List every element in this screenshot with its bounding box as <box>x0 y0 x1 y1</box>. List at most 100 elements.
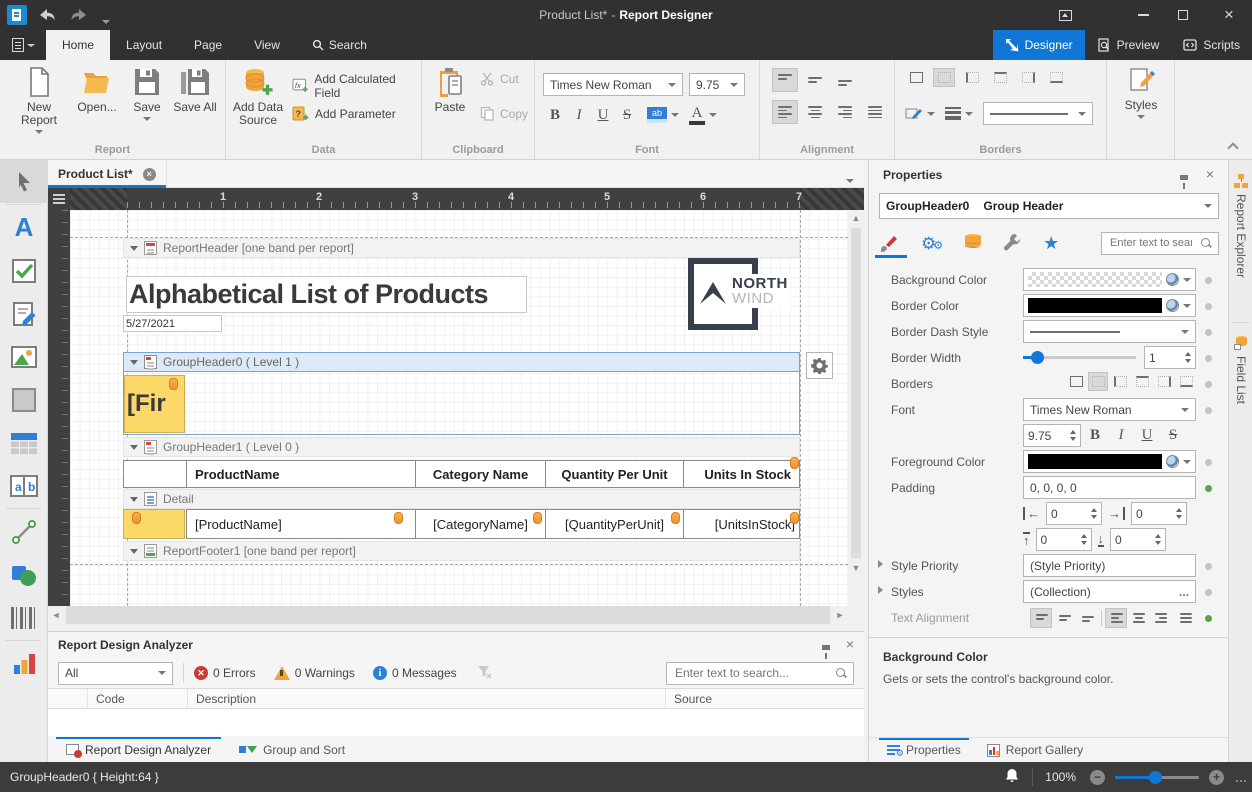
close-button[interactable]: × <box>1206 0 1252 30</box>
line-style-combo[interactable] <box>983 102 1093 125</box>
zoom-slider[interactable] <box>1115 770 1199 785</box>
control-selector-combo[interactable]: GroupHeader0 Group Header <box>879 193 1219 219</box>
collapse-ribbon-button[interactable] <box>1226 142 1240 152</box>
tab-page[interactable]: Page <box>178 30 238 60</box>
border-all-button[interactable] <box>1066 372 1086 391</box>
font-strikeout-button[interactable]: S <box>1161 425 1185 447</box>
column-code[interactable]: Code <box>88 689 188 708</box>
strikeout-button[interactable]: S <box>615 104 639 126</box>
prop-border-dash-style[interactable]: Border Dash Style <box>869 319 1229 345</box>
band-group-header1[interactable]: GroupHeader1 ( Level 0 ) <box>123 437 800 457</box>
tool-label[interactable]: A <box>0 206 48 249</box>
tab-behavior[interactable]: ⚙⚙ <box>921 235 943 252</box>
foreground-color-swatch[interactable] <box>1028 454 1162 469</box>
prop-padding-tb[interactable]: ↑ 0 ↓ 0 <box>869 527 1229 553</box>
band-report-header[interactable]: ReportHeader [one band per report] <box>123 238 800 258</box>
tab-layout-props[interactable] <box>1003 233 1021 254</box>
padding-bottom-spin[interactable]: 0 <box>1110 528 1166 551</box>
font-underline-button[interactable]: U <box>1135 425 1159 447</box>
styles-button[interactable]: Styles <box>1110 66 1172 119</box>
tool-barcode[interactable] <box>0 596 48 639</box>
border-bottom-button[interactable] <box>1176 372 1196 391</box>
scroll-left-icon[interactable]: ◄ <box>48 606 64 624</box>
pin-icon[interactable] <box>1180 169 1188 189</box>
border-right-button[interactable] <box>1017 68 1039 87</box>
collapse-band-icon[interactable] <box>130 246 138 251</box>
font-italic-button[interactable]: I <box>1109 425 1133 447</box>
column-description[interactable]: Description <box>188 689 666 708</box>
tab-close-icon[interactable]: × <box>143 168 156 181</box>
align-center-button[interactable] <box>802 100 828 124</box>
quick-access-dropdown[interactable] <box>102 13 110 27</box>
align-justify-button[interactable] <box>862 100 888 124</box>
resize-grip[interactable] <box>1236 780 1246 782</box>
table-header-cell-empty[interactable] <box>123 460 187 488</box>
font-color-button[interactable]: A <box>689 105 717 125</box>
analyzer-search-box[interactable] <box>666 662 854 685</box>
right-margin-line[interactable] <box>800 210 801 606</box>
font-name-combo[interactable]: Times New Roman <box>543 73 683 96</box>
detail-row[interactable]: [ProductName] [CategoryName] [QuantityPe… <box>123 509 800 539</box>
border-left-button[interactable] <box>1110 372 1130 391</box>
horizontal-scroll-thumb[interactable] <box>66 606 830 624</box>
side-tab-field-list[interactable]: Field List <box>1229 330 1252 440</box>
ellipsis-button[interactable]: ... <box>1179 585 1189 599</box>
tool-check-box[interactable] <box>0 249 48 292</box>
border-all-button[interactable] <box>905 68 927 87</box>
detail-cell[interactable]: [CategoryName] <box>415 509 546 539</box>
band-detail[interactable]: Detail <box>123 489 800 509</box>
report-title-label[interactable]: Alphabetical List of Products <box>126 276 527 313</box>
properties-search-box[interactable] <box>1101 232 1219 255</box>
text-align-justify-button[interactable] <box>1174 608 1196 628</box>
detail-cell[interactable]: [ProductName] <box>186 509 416 539</box>
bold-button[interactable]: B <box>543 104 567 126</box>
band-tasks-gear-button[interactable] <box>806 352 833 379</box>
detail-cell[interactable]: [QuantityPerUnit] <box>545 509 684 539</box>
filter-icon[interactable] <box>477 665 492 682</box>
zoom-in-button[interactable]: + <box>1209 770 1224 785</box>
minimize-button[interactable] <box>1126 0 1160 30</box>
border-top-button[interactable] <box>989 68 1011 87</box>
scroll-up-icon[interactable]: ▲ <box>848 210 864 226</box>
tool-panel[interactable] <box>0 378 48 421</box>
tab-data[interactable] <box>965 234 981 253</box>
collapse-band-icon[interactable] <box>130 360 138 365</box>
tab-view[interactable]: View <box>238 30 296 60</box>
horizontal-scrollbar[interactable]: ◄ ► <box>48 606 848 624</box>
collapse-band-icon[interactable] <box>130 497 138 502</box>
color-picker-icon[interactable] <box>1166 299 1179 312</box>
prop-styles[interactable]: Styles (Collection) ... <box>869 579 1229 605</box>
font-bold-button[interactable]: B <box>1083 425 1107 447</box>
group-field-cell[interactable]: [Fir <box>124 375 185 433</box>
tab-list-dropdown[interactable] <box>846 172 854 186</box>
zoom-out-button[interactable]: − <box>1090 770 1105 785</box>
prop-font[interactable]: Font Times New Roman <box>869 397 1229 423</box>
prop-padding[interactable]: Padding 0, 0, 0, 0 <box>869 475 1229 501</box>
text-align-top-button[interactable] <box>1030 608 1052 628</box>
expander-icon[interactable] <box>878 586 883 594</box>
table-header-cell[interactable]: ProductName <box>186 460 416 488</box>
mode-preview-button[interactable]: Preview <box>1085 30 1172 60</box>
analyzer-grid-body[interactable] <box>48 709 864 736</box>
expander-icon[interactable] <box>878 560 883 568</box>
undo-button[interactable] <box>34 3 58 30</box>
italic-button[interactable]: I <box>567 104 591 126</box>
ribbon-display-options-button[interactable] <box>1048 0 1082 30</box>
align-left-button[interactable] <box>772 100 798 124</box>
column-source[interactable]: Source <box>666 689 864 708</box>
tab-group-and-sort[interactable]: Group and Sort <box>229 737 355 762</box>
notifications-bell-button[interactable] <box>1004 768 1020 787</box>
text-align-middle-button[interactable] <box>1053 608 1075 628</box>
prop-style-priority[interactable]: Style Priority (Style Priority) <box>869 553 1229 579</box>
border-right-button[interactable] <box>1154 372 1174 391</box>
padding-top-spin[interactable]: 0 <box>1036 528 1092 551</box>
save-all-button[interactable]: Save All <box>164 66 226 114</box>
application-menu-button[interactable] <box>0 30 46 60</box>
tab-home[interactable]: Home <box>46 30 110 60</box>
ribbon-search[interactable]: Search <box>296 30 383 60</box>
document-tab[interactable]: Product List* × <box>48 160 167 188</box>
zoom-slider-thumb[interactable] <box>1149 771 1162 784</box>
line-weight-button[interactable] <box>945 107 973 120</box>
detail-cell[interactable]: [UnitsInStock] <box>683 509 800 539</box>
close-icon[interactable]: × <box>1206 166 1214 182</box>
